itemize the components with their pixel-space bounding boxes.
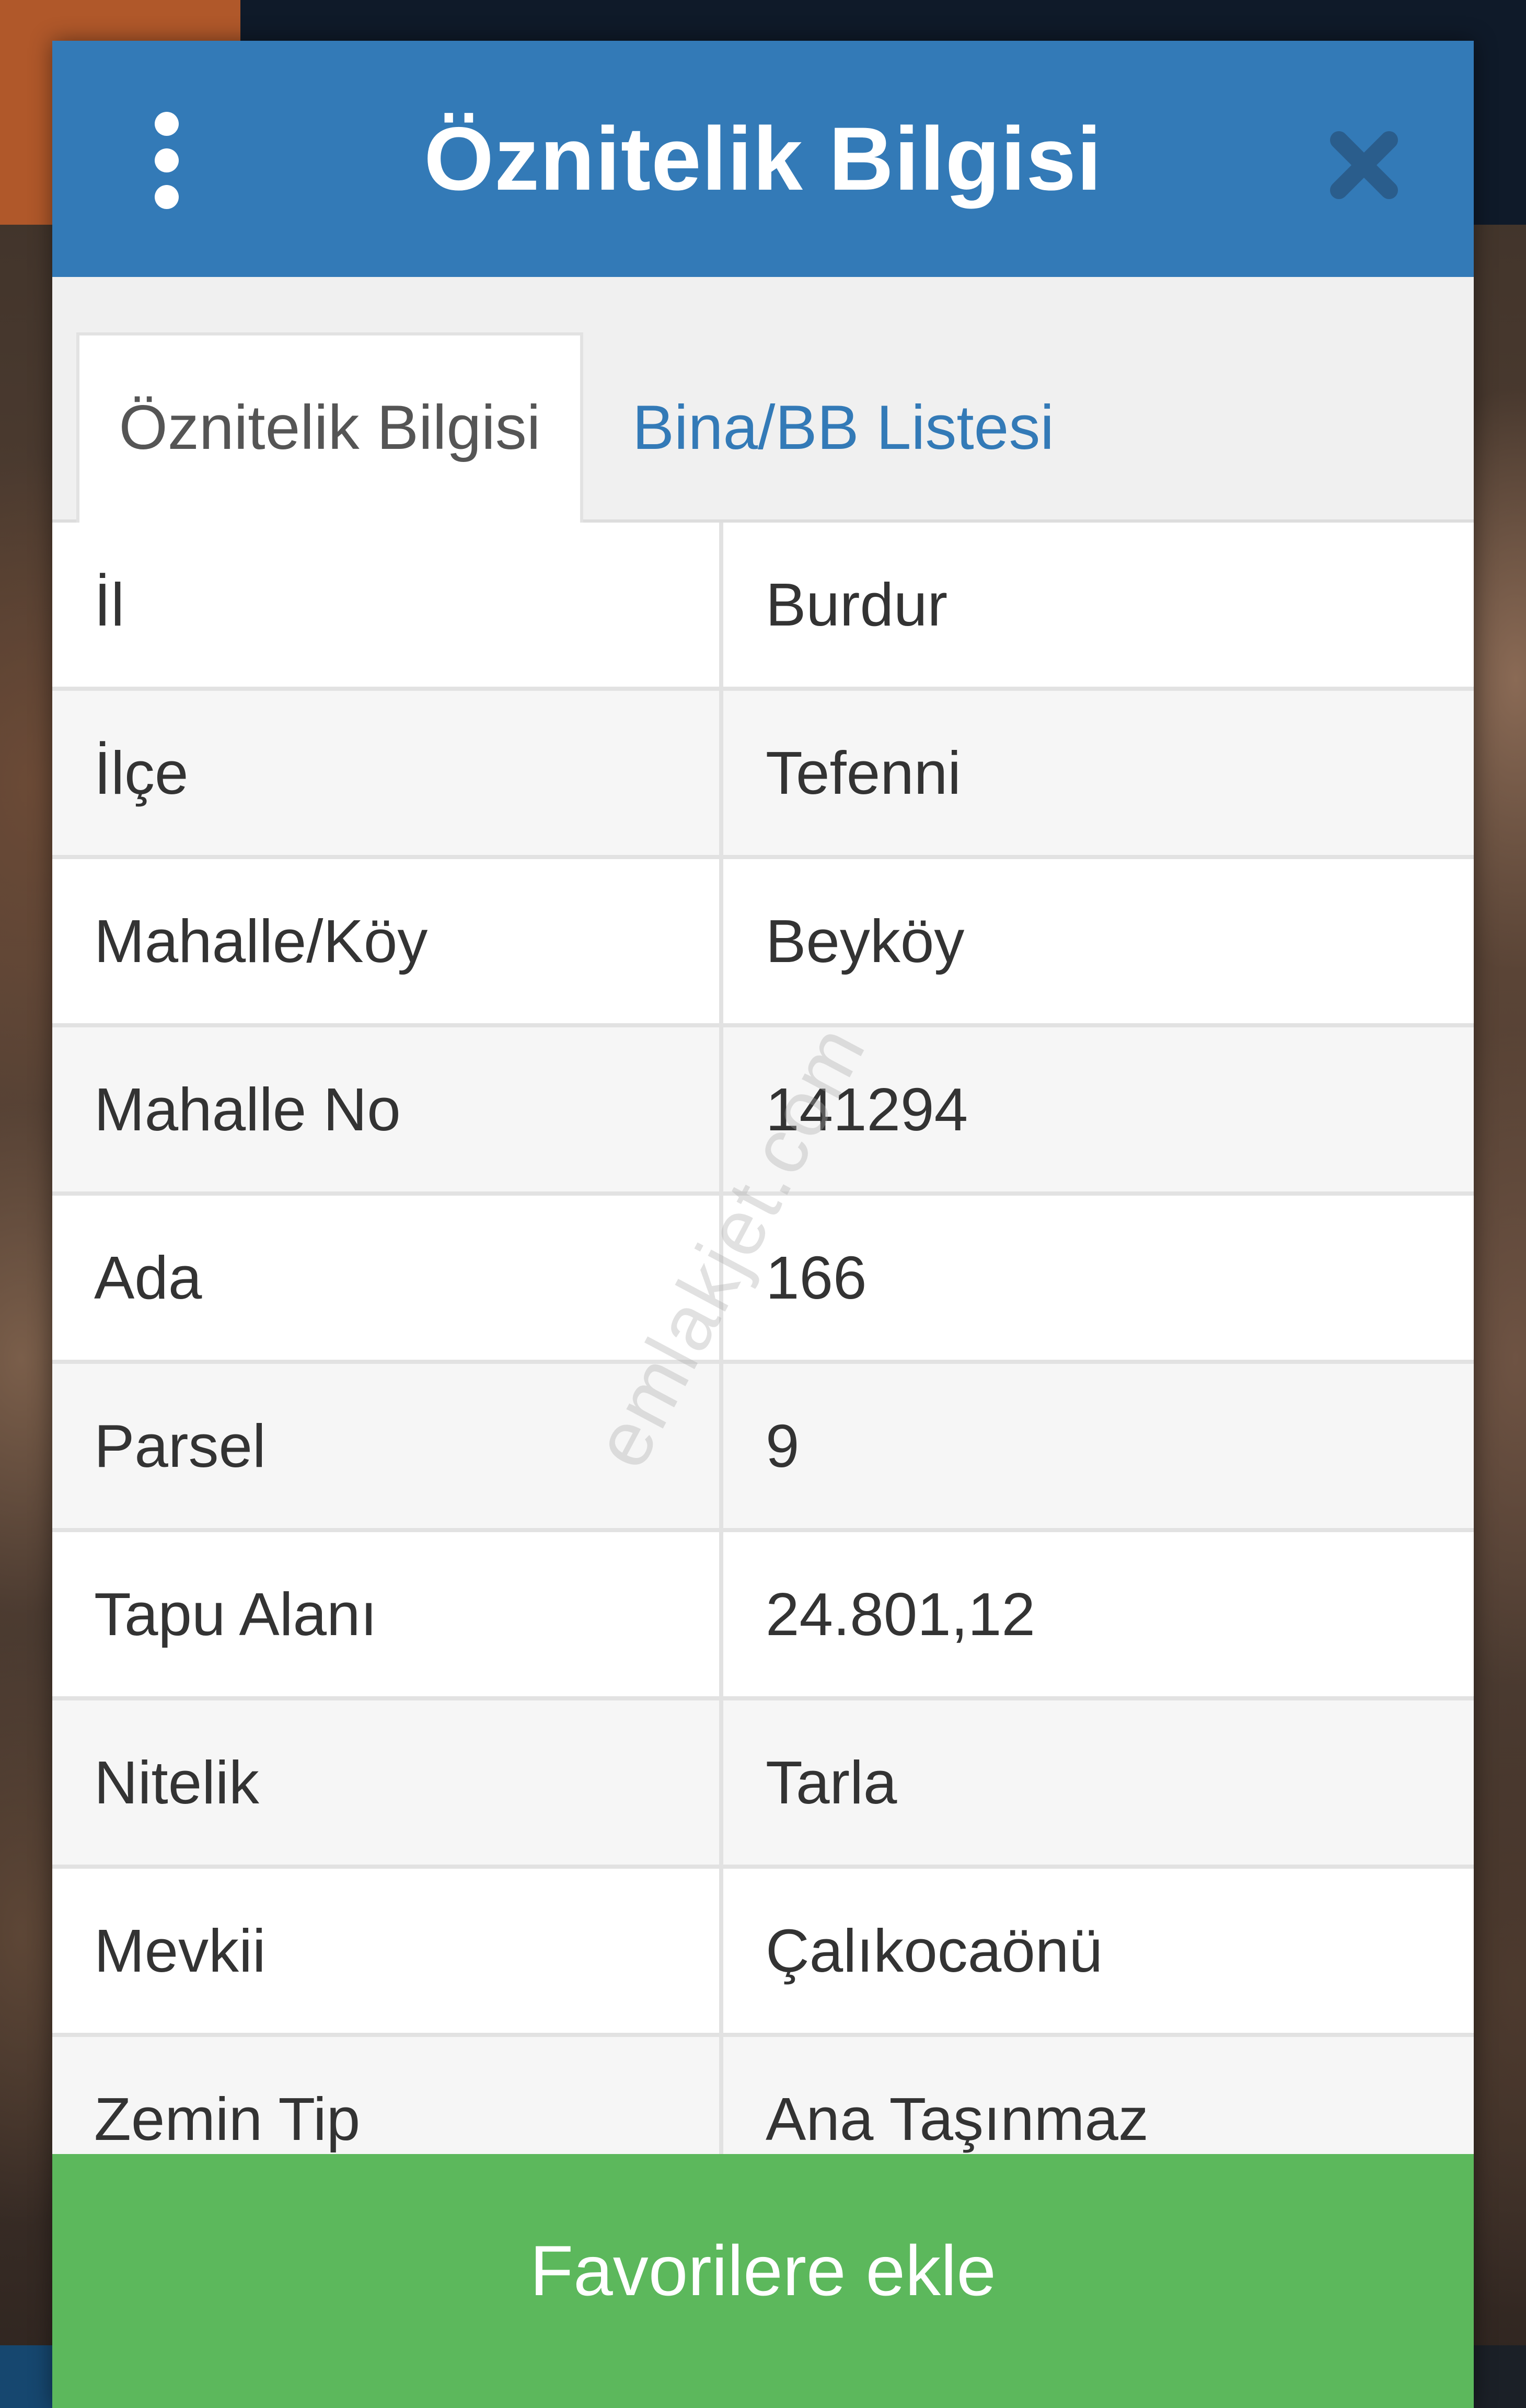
dialog-title: Öznitelik Bilgisi	[424, 109, 1102, 209]
attribute-value: 9	[766, 1412, 800, 1480]
dialog-header: Öznitelik Bilgisi	[52, 41, 1474, 277]
attribute-value: 141294	[766, 1075, 968, 1143]
column-divider	[719, 1196, 723, 1360]
column-divider	[719, 523, 723, 687]
table-row: Nitelik Tarla	[52, 1700, 1474, 1869]
dialog-bottom-edge	[52, 2387, 1474, 2408]
column-divider	[719, 1869, 723, 2033]
table-row: İlçe Tefenni	[52, 691, 1474, 859]
attribute-key: İl	[94, 571, 124, 639]
column-divider	[719, 1364, 723, 1528]
attribute-key: Parsel	[94, 1412, 266, 1480]
column-divider	[719, 859, 723, 1023]
attribute-value: Burdur	[766, 571, 948, 639]
attribute-value: Beyköy	[766, 907, 965, 975]
add-to-favorites-button[interactable]: Favorilere ekle	[52, 2154, 1474, 2387]
attribute-key: İlçe	[94, 739, 189, 807]
table-row: Ada 166	[52, 1196, 1474, 1364]
tab-building-list[interactable]: Bina/BB Listesi	[632, 332, 1155, 523]
column-divider	[719, 691, 723, 855]
column-divider	[719, 1027, 723, 1191]
attribute-value: 24.801,12	[766, 1580, 1036, 1648]
attribute-value: Tarla	[766, 1749, 897, 1816]
attribute-key: Nitelik	[94, 1749, 259, 1816]
table-row: Mevkii Çalıkocaönü	[52, 1869, 1474, 2037]
attribute-key: Tapu Alanı	[94, 1580, 377, 1648]
tab-bar: Öznitelik Bilgisi Bina/BB Listesi	[52, 277, 1474, 523]
table-row: Parsel 9	[52, 1364, 1474, 1532]
close-icon[interactable]	[1327, 129, 1401, 202]
attribute-key: Mevkii	[94, 1917, 266, 1985]
attribute-table: İl Burdur İlçe Tefenni Mahalle/Köy Beykö…	[52, 523, 1474, 2205]
table-row: Mahalle/Köy Beyköy	[52, 859, 1474, 1027]
attribute-key: Mahalle No	[94, 1075, 401, 1143]
tab-attribute-info[interactable]: Öznitelik Bilgisi	[76, 332, 583, 523]
column-divider	[719, 1532, 723, 1696]
column-divider	[719, 1700, 723, 1865]
table-row: İl Burdur	[52, 523, 1474, 691]
table-row: Tapu Alanı 24.801,12	[52, 1532, 1474, 1700]
attribute-value: Tefenni	[766, 739, 962, 807]
attribute-value: Çalıkocaönü	[766, 1917, 1103, 1985]
attribute-key: Mahalle/Köy	[94, 907, 428, 975]
attribute-value: 166	[766, 1244, 867, 1312]
attribute-info-dialog: Öznitelik Bilgisi Öznitelik Bilgisi Bina…	[52, 41, 1474, 2408]
attribute-key: Ada	[94, 1244, 202, 1312]
table-row: Mahalle No 141294	[52, 1027, 1474, 1196]
